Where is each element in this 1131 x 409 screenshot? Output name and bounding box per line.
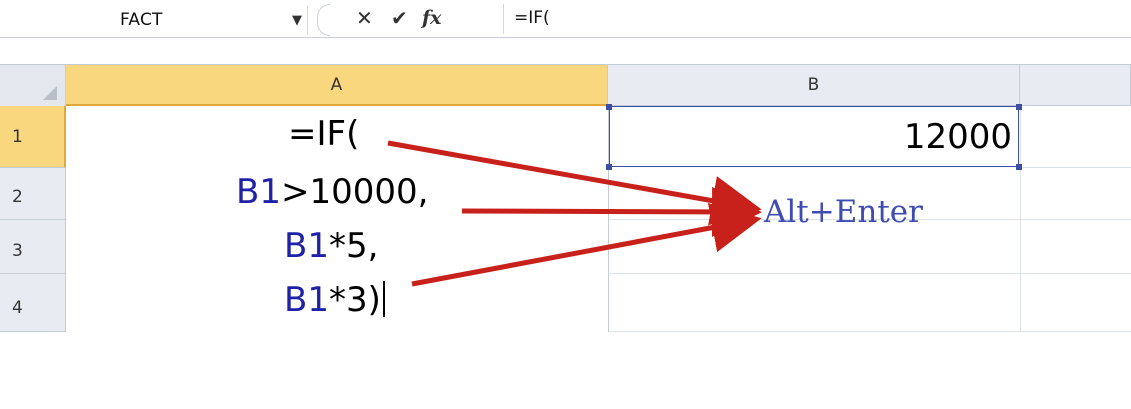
- alt-enter-annotation: Alt+Enter: [764, 194, 923, 230]
- annotation-arrows: [387, 140, 762, 287]
- arrow-line-1: [387, 140, 762, 226]
- arrow-line-2: [461, 186, 762, 237]
- arrow-line-3: [411, 202, 762, 287]
